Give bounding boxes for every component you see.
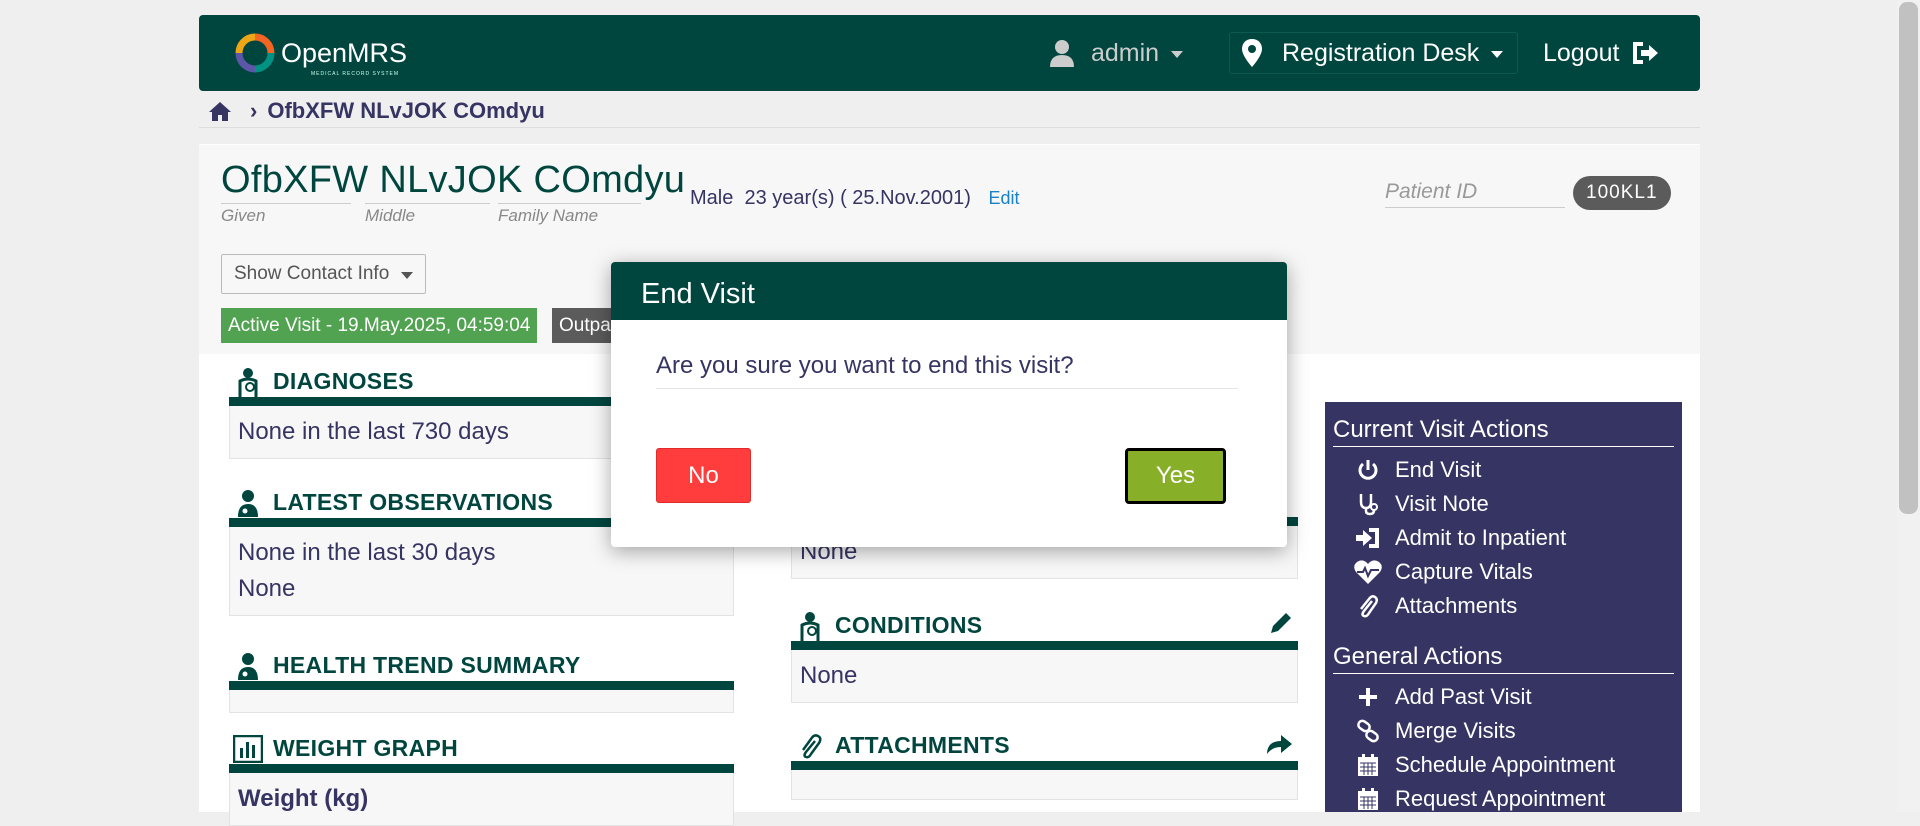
attachments-body bbox=[791, 770, 1298, 800]
divider bbox=[199, 127, 1700, 128]
action-visit-note[interactable]: Visit Note bbox=[1333, 487, 1674, 521]
active-visit-badge: Active Visit - 19.May.2025, 04:59:04 bbox=[221, 308, 538, 343]
action-merge-visits[interactable]: Merge Visits bbox=[1333, 714, 1674, 748]
action-label: Admit to Inpatient bbox=[1395, 525, 1567, 550]
attachments-title: ATTACHMENTS bbox=[835, 732, 1010, 758]
doctor-icon bbox=[233, 651, 263, 681]
dialog-question: Are you sure you want to end this visit? bbox=[656, 352, 1238, 389]
action-schedule-appointment[interactable]: Schedule Appointment bbox=[1333, 748, 1674, 782]
show-contact-info-button[interactable]: Show Contact Info bbox=[221, 254, 427, 294]
patient-age: 23 year(s) ( 25.Nov.2001) bbox=[744, 187, 971, 209]
weight-graph-title: WEIGHT GRAPH bbox=[273, 735, 459, 761]
attachments-section: ATTACHMENTS bbox=[791, 730, 1298, 800]
observations-value: None bbox=[238, 575, 296, 602]
calendar-icon bbox=[1353, 752, 1383, 778]
general-actions-title: General Actions bbox=[1333, 643, 1674, 674]
weight-graph-header: WEIGHT GRAPH bbox=[229, 733, 734, 773]
action-capture-vitals[interactable]: Capture Vitals bbox=[1333, 555, 1674, 589]
diagnoses-title: DIAGNOSES bbox=[273, 368, 414, 394]
chevron-down-icon bbox=[1171, 51, 1184, 58]
logout-link[interactable]: Logout bbox=[1543, 15, 1659, 91]
calendar-icon bbox=[1353, 786, 1383, 812]
action-attachments[interactable]: Attachments bbox=[1333, 589, 1674, 623]
share-icon[interactable] bbox=[1264, 730, 1294, 762]
stethoscope-icon bbox=[1353, 491, 1383, 517]
yes-button[interactable]: Yes bbox=[1125, 448, 1226, 504]
user-icon bbox=[1050, 40, 1074, 67]
no-button[interactable]: No bbox=[656, 448, 751, 503]
action-label: Add Past Visit bbox=[1395, 684, 1532, 709]
sign-in-icon bbox=[1353, 525, 1383, 551]
paperclip-icon bbox=[795, 731, 825, 761]
action-label: Schedule Appointment bbox=[1395, 752, 1616, 777]
action-label: Attachments bbox=[1395, 593, 1518, 618]
health-trend-body bbox=[229, 690, 734, 713]
home-icon[interactable] bbox=[208, 101, 232, 121]
breadcrumb-separator-icon: › bbox=[250, 98, 258, 123]
paperclip-icon bbox=[1353, 593, 1383, 619]
openmrs-logo-icon bbox=[235, 33, 275, 73]
patient-name: OfbXFW NLvJOK COmdyu bbox=[221, 159, 686, 201]
conditions-section: CONDITIONS None bbox=[791, 610, 1298, 703]
user-name: admin bbox=[1091, 38, 1160, 67]
weight-graph-section: WEIGHT GRAPH Weight (kg) bbox=[229, 733, 734, 826]
action-label: Visit Note bbox=[1395, 491, 1489, 516]
breadcrumb-patient: OfbXFW NLvJOK COmdyu bbox=[267, 98, 545, 123]
given-label: Given bbox=[221, 203, 351, 226]
user-md-icon bbox=[233, 367, 263, 397]
heartbeat-icon bbox=[1353, 559, 1383, 585]
action-label: Request Appointment bbox=[1395, 786, 1606, 811]
plus-icon bbox=[1353, 684, 1383, 710]
top-navbar: OpenMRS MEDICAL RECORD SYSTEM admin Regi… bbox=[199, 15, 1700, 91]
latest-observations-title: LATEST OBSERVATIONS bbox=[273, 489, 554, 515]
patient-id-label: Patient ID bbox=[1385, 180, 1565, 208]
conditions-header: CONDITIONS bbox=[791, 610, 1298, 650]
visit-actions-sidebar: Current Visit Actions End Visit Visit No… bbox=[1325, 402, 1682, 812]
user-md-icon bbox=[795, 611, 825, 641]
health-trend-title: HEALTH TREND SUMMARY bbox=[273, 652, 581, 678]
conditions-body: None bbox=[791, 650, 1298, 703]
chevron-down-icon bbox=[1491, 51, 1504, 58]
location-menu[interactable]: Registration Desk bbox=[1229, 32, 1519, 74]
edit-link[interactable]: Edit bbox=[988, 188, 1019, 208]
health-trend-section: HEALTH TREND SUMMARY bbox=[229, 650, 734, 713]
action-label: Capture Vitals bbox=[1395, 559, 1533, 584]
weight-graph-body: Weight (kg) bbox=[229, 773, 734, 826]
map-marker-icon bbox=[1242, 39, 1262, 67]
power-icon bbox=[1353, 457, 1383, 483]
action-admit-inpatient[interactable]: Admit to Inpatient bbox=[1333, 521, 1674, 555]
visit-type-badge: Outpatient bbox=[552, 308, 612, 343]
link-icon bbox=[1353, 718, 1383, 744]
openmrs-logo[interactable]: OpenMRS MEDICAL RECORD SYSTEM bbox=[235, 33, 408, 77]
action-add-past-visit[interactable]: Add Past Visit bbox=[1333, 680, 1674, 714]
doctor-icon bbox=[233, 488, 263, 518]
health-trend-header: HEALTH TREND SUMMARY bbox=[229, 650, 734, 690]
action-request-appointment[interactable]: Request Appointment bbox=[1333, 782, 1674, 816]
bar-chart-icon bbox=[233, 734, 263, 764]
logout-label: Logout bbox=[1543, 38, 1620, 67]
action-label: Merge Visits bbox=[1395, 718, 1516, 743]
breadcrumb: › OfbXFW NLvJOK COmdyu bbox=[208, 96, 545, 126]
sign-out-icon bbox=[1633, 42, 1659, 64]
attachments-header: ATTACHMENTS bbox=[791, 730, 1298, 770]
logo-subtitle: MEDICAL RECORD SYSTEM bbox=[311, 71, 400, 77]
current-visit-actions-title: Current Visit Actions bbox=[1333, 416, 1674, 447]
user-menu[interactable]: admin bbox=[1049, 15, 1184, 91]
dialog-title: End Visit bbox=[611, 262, 1287, 320]
conditions-title: CONDITIONS bbox=[835, 612, 983, 638]
show-contact-info-label: Show Contact Info bbox=[234, 263, 390, 284]
patient-demographics: Male 23 year(s) ( 25.Nov.2001) Edit bbox=[690, 187, 1019, 210]
family-name-label: Family Name bbox=[498, 203, 641, 226]
pencil-icon[interactable] bbox=[1268, 610, 1294, 642]
action-label: End Visit bbox=[1395, 457, 1482, 482]
logo-text: OpenMRS bbox=[281, 37, 408, 68]
location-name: Registration Desk bbox=[1282, 38, 1480, 67]
scrollbar-thumb[interactable] bbox=[1899, 2, 1918, 514]
caret-down-icon bbox=[401, 272, 414, 279]
end-visit-dialog: End Visit Are you sure you want to end t… bbox=[611, 262, 1287, 547]
patient-gender: Male bbox=[690, 187, 734, 209]
middle-label: Middle bbox=[365, 203, 490, 226]
patient-id-badge: 100KL1 bbox=[1573, 176, 1671, 210]
action-end-visit[interactable]: End Visit bbox=[1333, 453, 1674, 487]
